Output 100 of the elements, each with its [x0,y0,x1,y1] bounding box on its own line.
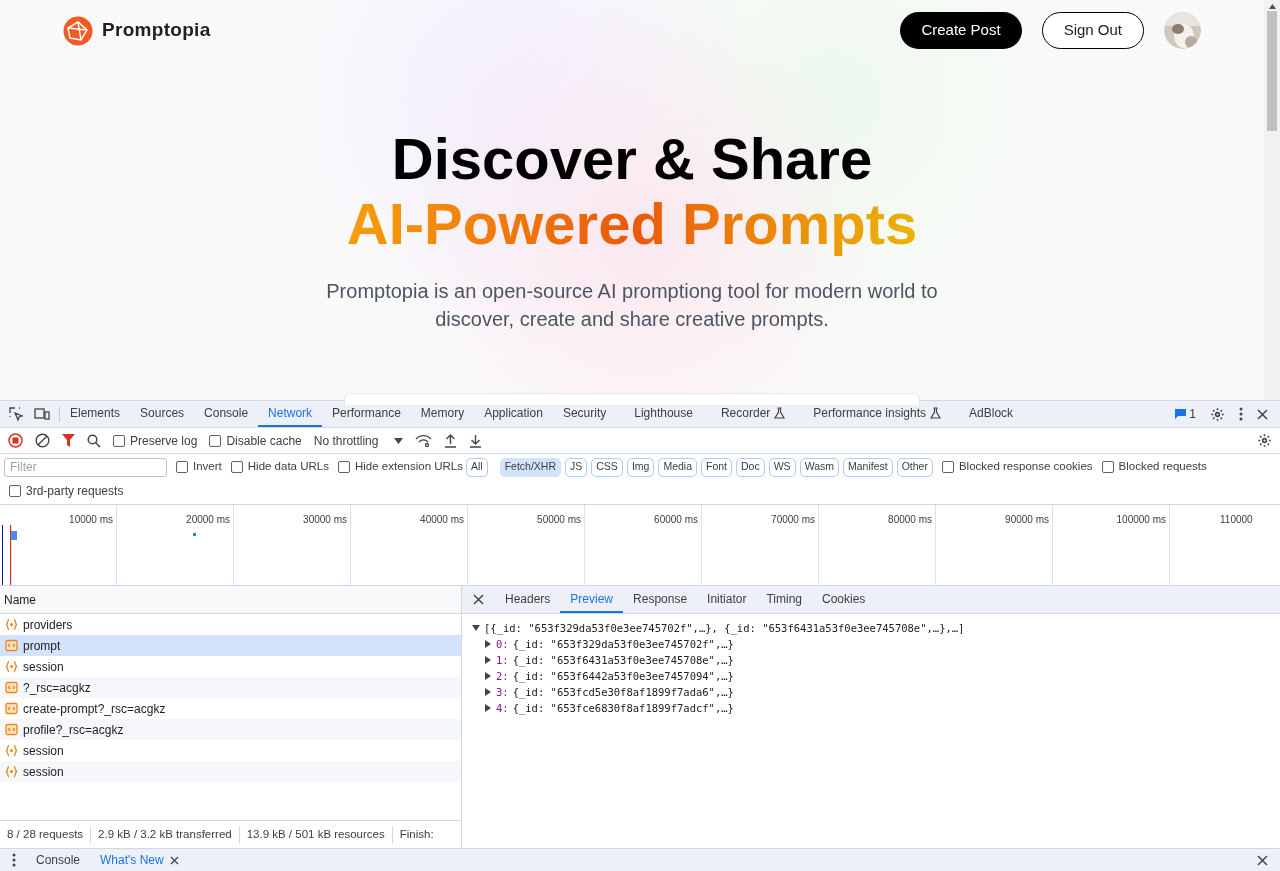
settings-icon[interactable] [1257,433,1272,448]
checkbox[interactable] [337,461,350,473]
scrollbar-track[interactable] [1264,0,1280,400]
document-icon [5,702,18,715]
brand-name[interactable]: Promptopia [102,16,211,45]
more-icon[interactable] [12,853,16,867]
devtools-tab[interactable]: Elements [60,401,131,427]
type-filter-chip[interactable]: Manifest [843,457,893,477]
status-text: 8 / 28 requests [6,826,85,842]
type-filter-chip[interactable]: Fetch/XHR [499,457,561,477]
more-icon[interactable] [1239,407,1243,421]
devtools-tab[interactable]: Application [474,401,553,427]
download-icon[interactable] [469,433,483,448]
type-filter-chip[interactable]: CSS [591,457,623,477]
request-row[interactable]: profile?_rsc=acgkz [0,719,461,740]
devtools-tab[interactable]: Security [552,401,617,427]
type-filter-chip[interactable]: Img [626,457,655,477]
request-row[interactable]: prompt [0,635,461,656]
type-filter-chip[interactable]: WS [768,457,796,477]
scrollbar-thumb[interactable] [1267,11,1277,131]
drawer-tab[interactable]: What's New [100,851,164,869]
type-filter-chip[interactable]: JS [565,457,588,477]
checkbox[interactable] [1101,461,1114,473]
timeline-tick: 10000 ms [69,513,113,527]
collapsed-triangle-icon[interactable] [484,672,492,680]
inspect-icon[interactable] [9,406,24,422]
checkbox[interactable] [176,461,188,473]
json-index: 3: [496,685,509,700]
checkbox[interactable] [113,434,125,447]
checkbox-label: Blocked requests [1118,459,1207,475]
devtools-tab[interactable]: Recorder [710,401,796,427]
close-icon[interactable] [169,855,179,865]
clear-icon[interactable] [35,433,50,448]
issues-badge[interactable]: 1 [1175,405,1196,423]
collapsed-triangle-icon[interactable] [484,640,492,648]
sign-out-button[interactable]: Sign Out [1041,12,1144,49]
detail-tab[interactable]: Cookies [812,586,876,613]
expanded-triangle-icon[interactable] [472,624,480,632]
document-icon [5,639,18,652]
collapsed-triangle-icon[interactable] [484,688,492,696]
wifi-settings-icon[interactable] [415,434,433,447]
close-icon[interactable] [1257,854,1268,866]
devtools-tab[interactable]: AdBlock [959,401,1024,427]
json-value: {_id: "653fce6830f8af1899f7adcf",…} [512,701,734,716]
json-index: 4: [496,701,509,716]
globe-logo-icon [63,15,93,46]
settings-icon[interactable] [1210,406,1225,422]
checkbox-label: Disable cache [226,432,302,450]
collapsed-triangle-icon[interactable] [484,656,492,664]
record-icon[interactable] [8,433,23,448]
document-icon [5,681,18,694]
filter-field[interactable]: Filter [4,457,167,477]
devtools-tab[interactable]: Sources [130,401,195,427]
create-post-button[interactable]: Create Post [900,12,1022,49]
type-filter-chip[interactable]: Doc [736,457,765,477]
checkbox[interactable] [209,434,222,447]
timeline-tick: 70000 ms [771,513,815,527]
column-header[interactable]: Name [4,590,36,609]
detail-tab[interactable]: Timing [756,586,812,613]
drawer-tab[interactable]: Console [36,851,81,869]
timeline-tick: 20000 ms [186,513,230,527]
caret-icon [394,437,404,444]
scroll-up-icon[interactable] [1268,4,1276,9]
type-filter-chip[interactable]: Media [658,457,697,477]
json-index: 0: [496,637,509,652]
type-filter-chip[interactable]: All [466,457,488,477]
type-filter-chip[interactable]: Wasm [799,457,839,477]
detail-tab[interactable]: Initiator [697,586,757,613]
json-summary: [{_id: "653f329da53f0e3ee745702f",…}, {_id: "653f6431a53f0e3ee745708e",…},…] [484,621,965,636]
braces-icon [5,744,18,757]
timeline-tick: 100000 ms [1116,513,1166,527]
request-row[interactable]: session [0,761,461,782]
device-icon[interactable] [34,407,50,421]
devtools-tab[interactable]: Performance insights [803,401,952,427]
devtools-tab[interactable]: Performance [322,401,411,427]
braces-icon [5,618,18,631]
devtools-tab[interactable]: Console [194,401,259,427]
request-row[interactable]: ?_rsc=acgkz [0,677,461,698]
devtools-tab[interactable]: Lighthouse [624,401,703,427]
checkbox[interactable] [941,461,954,473]
json-index: 2: [496,669,509,684]
detail-tab[interactable]: Headers [495,586,561,613]
checkbox[interactable] [230,461,243,473]
filter-icon[interactable] [62,434,75,447]
detail-tab[interactable]: Response [623,586,698,613]
type-filter-chip[interactable]: Font [701,457,732,477]
braces-icon [5,660,18,673]
type-filter-chip[interactable]: Other [896,457,933,477]
devtools-tab[interactable]: Memory [410,401,475,427]
checkbox[interactable] [9,485,21,497]
detail-tab[interactable]: Preview [560,586,624,613]
close-icon[interactable] [473,594,484,605]
json-value: {_id: "653fcd5e30f8af1899f7ada6",…} [512,685,734,700]
collapsed-triangle-icon[interactable] [484,704,492,712]
devtools-tab[interactable]: Network [258,401,323,427]
upload-icon[interactable] [444,433,458,448]
throttling-dropdown[interactable]: No throttling [313,431,404,450]
search-icon[interactable] [87,433,101,448]
search-field[interactable] [344,393,920,405]
close-icon[interactable] [1257,408,1268,420]
